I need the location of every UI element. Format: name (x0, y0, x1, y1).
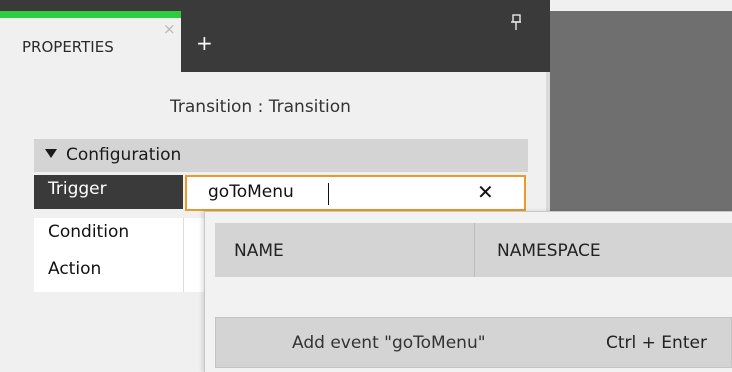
text-caret (328, 183, 329, 205)
object-title: Transition : Transition (170, 97, 351, 117)
property-trigger-label: Trigger (34, 175, 183, 209)
column-header-namespace[interactable]: NAMESPACE (497, 241, 601, 261)
pin-icon[interactable] (510, 14, 522, 36)
trigger-input-text: goToMenu (208, 182, 294, 202)
tab-active-indicator (0, 11, 181, 18)
column-header-name[interactable]: NAME (234, 241, 284, 261)
close-icon[interactable]: × (163, 22, 176, 37)
pin-icon-shape (511, 14, 521, 30)
clear-icon[interactable]: ✕ (477, 181, 494, 203)
property-condition-label: Condition (34, 218, 183, 255)
add-event-label: Add event "goToMenu" (292, 333, 486, 353)
add-tab-icon[interactable]: + (196, 31, 213, 55)
section-configuration-label: Configuration (66, 145, 182, 165)
add-event-shortcut: Ctrl + Enter (606, 333, 707, 353)
property-action-label: Action (34, 255, 183, 292)
column-separator[interactable] (474, 223, 475, 277)
tab-properties-label: PROPERTIES (22, 38, 114, 56)
expand-triangle-icon[interactable] (45, 149, 57, 158)
